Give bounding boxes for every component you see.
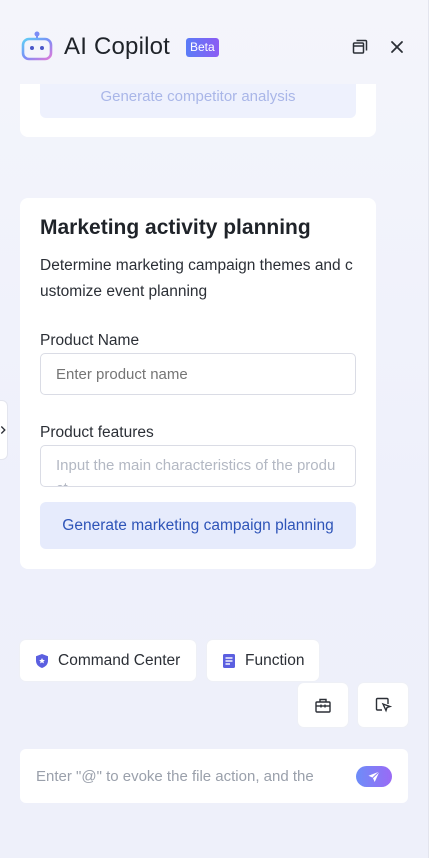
- product-features-input[interactable]: Input the main characteristics of the pr…: [40, 445, 356, 487]
- generate-marketing-planning-button[interactable]: Generate marketing campaign planning: [40, 502, 356, 549]
- chevron-right-icon: [0, 426, 6, 434]
- function-label: Function: [245, 651, 305, 669]
- document-list-icon: [221, 653, 237, 669]
- robot-logo-icon: [20, 31, 54, 63]
- marketing-planning-card: Marketing activity planning Determine ma…: [20, 198, 376, 569]
- beta-badge: Beta: [186, 38, 219, 57]
- briefcase-icon: [315, 698, 331, 713]
- briefcase-button[interactable]: [298, 683, 348, 727]
- shield-icon: [34, 653, 50, 669]
- select-area-button[interactable]: [358, 683, 408, 727]
- close-icon[interactable]: [386, 36, 408, 58]
- chat-input[interactable]: [36, 749, 348, 803]
- product-features-label: Product features: [40, 424, 154, 441]
- product-name-input[interactable]: [40, 353, 356, 395]
- cursor-select-icon: [375, 697, 392, 713]
- send-button[interactable]: [356, 766, 392, 787]
- function-button[interactable]: Function: [207, 640, 319, 681]
- card-title: Marketing activity planning: [40, 216, 311, 239]
- expand-sidebar-tab[interactable]: [0, 400, 8, 460]
- command-center-label: Command Center: [58, 651, 181, 669]
- header: AI Copilot Beta: [0, 0, 429, 88]
- card-description: Determine marketing campaign themes and …: [40, 257, 353, 300]
- generate-competitor-analysis-button[interactable]: Generate competitor analysis: [40, 84, 356, 118]
- product-features-placeholder: Input the main characteristics of the pr…: [56, 457, 336, 486]
- competitor-analysis-card: Generate competitor analysis: [20, 84, 376, 137]
- command-center-button[interactable]: Command Center: [20, 640, 196, 681]
- product-name-label: Product Name: [40, 332, 140, 349]
- app-title: AI Copilot: [64, 33, 171, 60]
- send-icon: [368, 770, 380, 782]
- chat-input-box: [20, 749, 408, 803]
- window-restore-icon[interactable]: [349, 36, 371, 58]
